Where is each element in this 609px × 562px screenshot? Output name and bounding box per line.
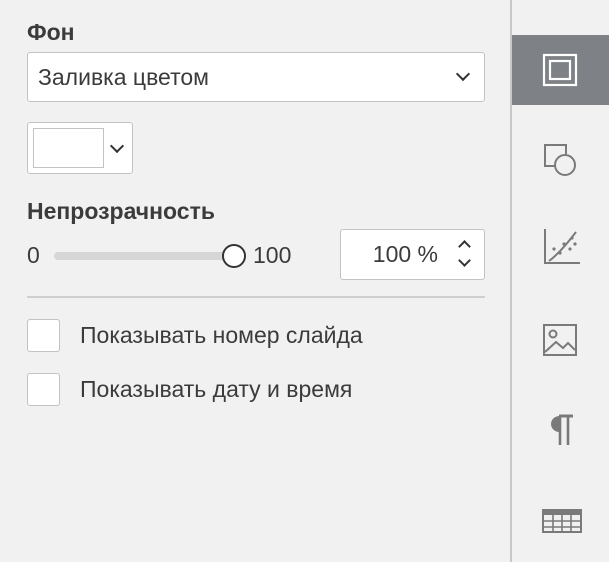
right-sidebar [510,0,609,562]
section-divider [27,296,485,298]
color-swatch [33,128,104,168]
chevron-down-icon [109,138,125,154]
opacity-min-label: 0 [27,242,40,268]
image-settings-icon [543,324,577,356]
image-settings-button[interactable] [512,305,609,375]
show-slide-number-checkbox[interactable] [27,319,60,352]
chart-settings-button[interactable] [512,210,609,280]
spin-up-button[interactable] [454,236,474,254]
opacity-value: 100 % [372,241,438,267]
show-date-time-checkbox[interactable] [27,373,60,406]
shape-settings-button[interactable] [512,125,609,195]
opacity-spinner[interactable]: 100 % [340,229,485,280]
opacity-max-label: 100 [253,242,292,268]
chevron-up-icon [458,240,471,253]
paragraph-settings-button[interactable] [512,395,609,465]
table-settings-button[interactable] [512,485,609,555]
opacity-slider-thumb[interactable] [222,244,246,268]
spin-down-button[interactable] [454,254,474,273]
table-settings-icon [542,509,582,533]
chevron-down-icon [458,254,471,267]
fill-type-dropdown[interactable]: Заливка цветом [27,52,485,102]
slide-settings-button[interactable] [512,35,609,105]
show-date-time-label: Показывать дату и время [80,376,353,402]
background-section-title: Фон [27,19,75,45]
paragraph-settings-icon [551,414,573,445]
fill-type-value: Заливка цветом [38,64,209,90]
opacity-slider-track[interactable] [54,252,234,260]
slide-settings-icon [542,53,578,87]
show-slide-number-label: Показывать номер слайда [80,322,363,348]
settings-panel: Фон Заливка цветом Непрозрачность 0 100 … [0,0,510,562]
chart-settings-icon [544,229,580,264]
chevron-down-icon [455,66,471,82]
fill-color-picker[interactable] [27,122,133,174]
shape-settings-icon [544,144,576,176]
opacity-section-title: Непрозрачность [27,198,215,224]
